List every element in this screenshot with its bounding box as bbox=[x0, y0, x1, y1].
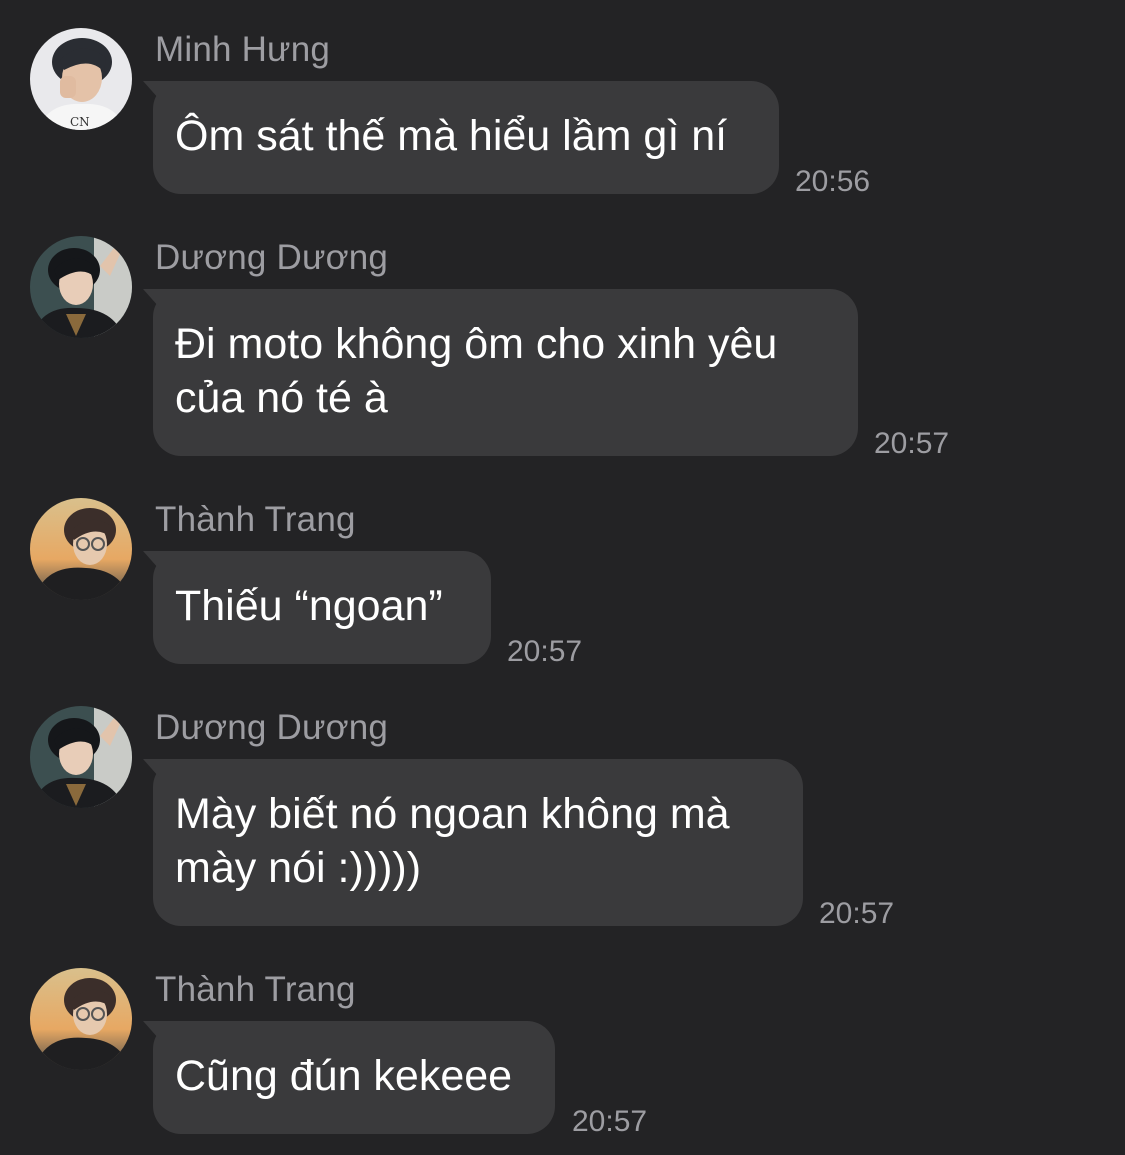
message-bubble[interactable]: Đi moto không ôm cho xinh yêu của nó té … bbox=[153, 289, 858, 456]
avatar[interactable] bbox=[30, 968, 132, 1070]
avatar[interactable] bbox=[30, 498, 132, 600]
message-bubble[interactable]: Thiếu “ngoan” bbox=[153, 551, 491, 664]
avatar[interactable] bbox=[30, 706, 132, 808]
message-bubble[interactable]: Cũng đún kekeee bbox=[153, 1021, 555, 1134]
sender-name: Thành Trang bbox=[155, 970, 356, 1009]
svg-text:CN: CN bbox=[70, 115, 90, 129]
message-time: 20:57 bbox=[507, 635, 583, 668]
message-time: 20:57 bbox=[572, 1105, 648, 1138]
sender-name: Thành Trang bbox=[155, 500, 356, 539]
message-time: 20:57 bbox=[874, 427, 950, 460]
avatar[interactable]: CN bbox=[30, 28, 132, 130]
message-time: 20:57 bbox=[819, 897, 895, 930]
message-bubble[interactable]: Ôm sát thế mà hiểu lầm gì ní bbox=[153, 81, 779, 194]
sender-name: Dương Dương bbox=[155, 708, 389, 747]
sender-name: Dương Dương bbox=[155, 238, 389, 277]
chat-thread: CN Minh Hưng Ôm sát thế mà hiểu lầm gì n… bbox=[0, 0, 1125, 1155]
avatar[interactable] bbox=[30, 236, 132, 338]
message-bubble[interactable]: Mày biết nó ngoan không mà mày nói :))))… bbox=[153, 759, 803, 926]
message-time: 20:56 bbox=[795, 165, 871, 198]
sender-name: Minh Hưng bbox=[155, 30, 331, 69]
